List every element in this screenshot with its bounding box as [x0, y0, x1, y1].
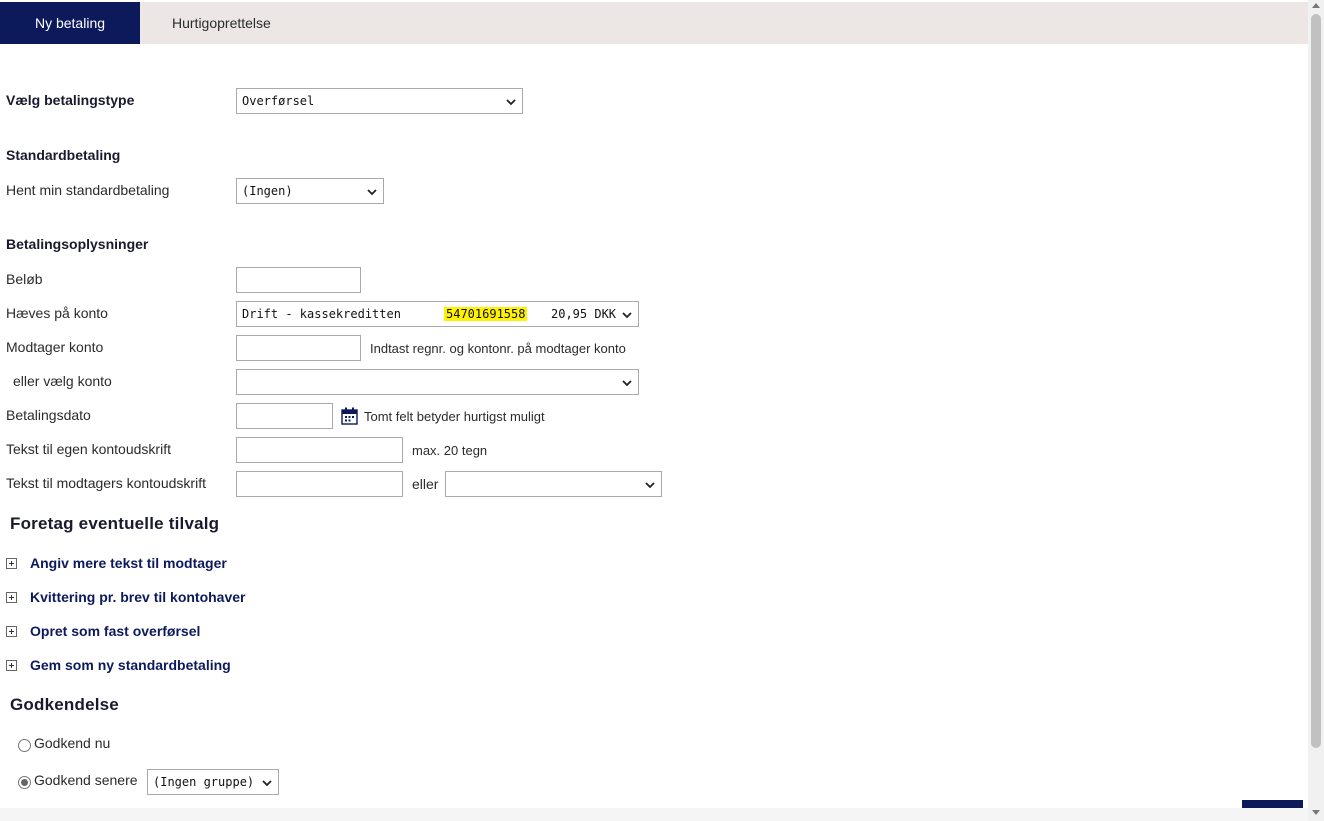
vertical-scrollbar[interactable] [1308, 0, 1324, 821]
next-button[interactable] [1242, 800, 1303, 808]
chevron-down-icon [367, 189, 377, 196]
payment-panel: Ny betaling Hurtigoprettelse Vælg betali… [0, 0, 1308, 808]
chevron-down-icon [262, 780, 272, 787]
approve-now-radio[interactable] [18, 739, 31, 752]
expand-plus-icon [6, 626, 17, 637]
debit-label: Hæves på konto [6, 305, 108, 321]
expand-plus-icon [6, 558, 17, 569]
chevron-down-icon [622, 312, 632, 319]
receiver-text-label: Tekst til modtagers kontoudskrift [6, 475, 206, 491]
date-label: Betalingsdato [6, 407, 91, 423]
approve-now-label[interactable]: Godkend nu [34, 735, 110, 751]
receiver-text-input[interactable] [236, 471, 403, 497]
expand-plus-icon [6, 592, 17, 603]
approval-heading: Godkendelse [10, 695, 119, 714]
standard-value: (Ingen) [242, 184, 293, 198]
chevron-down-icon [645, 482, 655, 489]
receiver-input[interactable] [236, 335, 361, 361]
chevron-down-icon [506, 99, 516, 106]
payment-type-label: Vælg betalingstype [6, 92, 135, 108]
amount-label: Beløb [6, 271, 43, 287]
standard-heading: Standardbetaling [6, 147, 121, 163]
date-input[interactable] [236, 403, 333, 429]
standard-label: Hent min standardbetaling [6, 182, 170, 198]
amount-input[interactable] [236, 267, 361, 293]
own-text-input[interactable] [236, 437, 403, 463]
approve-later-label[interactable]: Godkend senere [34, 772, 138, 788]
scroll-up-arrow-icon[interactable] [1312, 3, 1320, 8]
scrollbar-thumb[interactable] [1311, 14, 1321, 748]
expander-label: Gem som ny standardbetaling [30, 657, 231, 673]
scroll-down-arrow-icon[interactable] [1312, 810, 1320, 815]
calendar-icon[interactable] [341, 407, 358, 425]
own-text-label: Tekst til egen kontoudskrift [6, 441, 171, 457]
receiver-account-select[interactable] [236, 369, 639, 395]
chevron-down-icon [622, 380, 632, 387]
approval-group-value: (Ingen gruppe) [153, 775, 255, 789]
own-text-hint: max. 20 tegn [412, 443, 488, 458]
receiver-hint: Indtast regnr. og kontonr. på modtager k… [370, 341, 626, 356]
payment-type-value: Overførsel [242, 94, 315, 108]
info-heading: Betalingsoplysninger [6, 236, 149, 252]
approve-later-radio[interactable] [18, 776, 31, 789]
standard-select[interactable]: (Ingen) [236, 178, 384, 204]
expander-label: Angiv mere tekst til modtager [30, 555, 227, 571]
expand-plus-icon [6, 660, 17, 671]
date-hint: Tomt felt betyder hurtigst muligt [364, 409, 545, 424]
receiver-text-or: eller [412, 476, 439, 492]
expander-label: Opret som fast overførsel [30, 623, 201, 639]
or-select-label: eller vælg konto [13, 373, 112, 389]
tab-bar: Ny betaling Hurtigoprettelse [0, 2, 1308, 44]
expander-label: Kvittering pr. brev til kontohaver [30, 589, 246, 605]
debit-account-name: Drift - kassekreditten [242, 307, 401, 321]
receiver-text-select[interactable] [445, 471, 662, 497]
receiver-label: Modtager konto [6, 339, 104, 355]
tab-ny-betaling[interactable]: Ny betaling [0, 2, 140, 44]
debit-balance: 20,95 DKK [551, 307, 617, 321]
debit-account-number: 54701691558 [444, 307, 528, 321]
approval-group-select[interactable]: (Ingen gruppe) [147, 769, 279, 795]
payment-type-select[interactable]: Overførsel [236, 88, 523, 114]
tab-hurtigoprettelse[interactable]: Hurtigoprettelse [140, 2, 303, 44]
debit-account-select[interactable]: Drift - kassekreditten 54701691558 20,95… [236, 301, 639, 327]
options-heading: Foretag eventuelle tilvalg [10, 514, 220, 533]
